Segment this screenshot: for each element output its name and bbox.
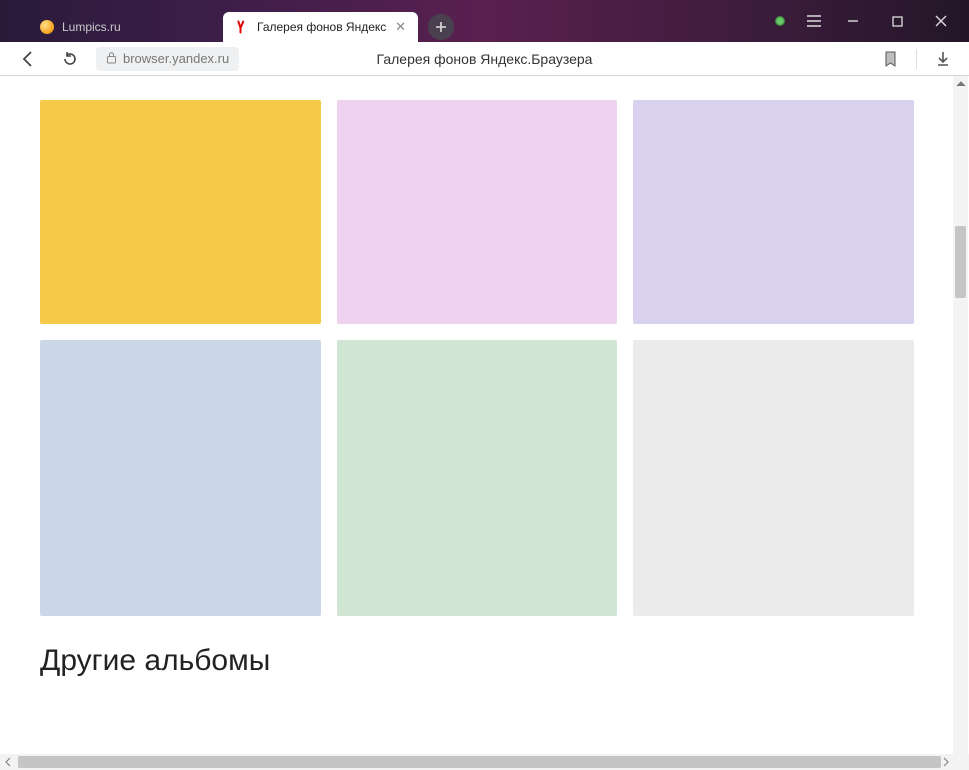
address-toolbar: browser.yandex.ru Галерея фонов Яндекс.Б…: [0, 42, 969, 76]
close-window-button[interactable]: [919, 5, 963, 37]
content-viewport: Другие альбомы: [0, 76, 969, 770]
section-heading: Другие альбомы: [40, 644, 914, 678]
tab-label: Lumpics.ru: [62, 20, 211, 34]
scroll-track[interactable]: [953, 92, 968, 754]
lock-icon: [106, 51, 117, 67]
favicon-lumpics: [40, 20, 54, 34]
swatch-tile[interactable]: [337, 100, 618, 324]
scroll-up-icon[interactable]: [953, 76, 968, 92]
browser-menu-button[interactable]: [797, 15, 831, 27]
back-button[interactable]: [12, 50, 44, 68]
window-controls: [763, 0, 963, 42]
horizontal-scrollbar[interactable]: [0, 754, 969, 770]
toolbar-separator: [916, 49, 917, 69]
minimize-button[interactable]: [831, 5, 875, 37]
extension-icon[interactable]: [763, 16, 797, 26]
swatch-tile[interactable]: [633, 340, 914, 616]
swatch-grid: [40, 100, 914, 616]
scroll-thumb[interactable]: [18, 756, 941, 768]
titlebar: Lumpics.ru Галерея фонов Яндекс ✕: [0, 0, 969, 42]
page-title: Галерея фонов Яндекс.Браузера: [377, 51, 593, 67]
url-text: browser.yandex.ru: [123, 51, 229, 66]
tab-gallery[interactable]: Галерея фонов Яндекс ✕: [223, 12, 418, 42]
tab-lumpics[interactable]: Lumpics.ru: [28, 12, 223, 42]
page: Другие альбомы: [0, 76, 954, 754]
scroll-left-icon[interactable]: [0, 754, 16, 770]
scroll-thumb[interactable]: [955, 226, 966, 298]
favicon-yandex: [235, 20, 249, 34]
downloads-icon[interactable]: [929, 51, 957, 67]
swatch-tile[interactable]: [337, 340, 618, 616]
maximize-button[interactable]: [875, 5, 919, 37]
tab-label: Галерея фонов Яндекс: [257, 20, 387, 34]
bookmark-icon[interactable]: [876, 51, 904, 67]
swatch-tile[interactable]: [40, 100, 321, 324]
new-tab-button[interactable]: [428, 14, 454, 40]
tab-strip: Lumpics.ru Галерея фонов Яндекс ✕: [0, 0, 454, 42]
vertical-scrollbar[interactable]: [953, 76, 968, 770]
swatch-tile[interactable]: [40, 340, 321, 616]
reload-button[interactable]: [54, 51, 86, 67]
address-bar[interactable]: browser.yandex.ru: [96, 47, 239, 71]
close-tab-icon[interactable]: ✕: [395, 19, 406, 35]
scroll-right-icon[interactable]: [938, 754, 954, 770]
swatch-tile[interactable]: [633, 100, 914, 324]
